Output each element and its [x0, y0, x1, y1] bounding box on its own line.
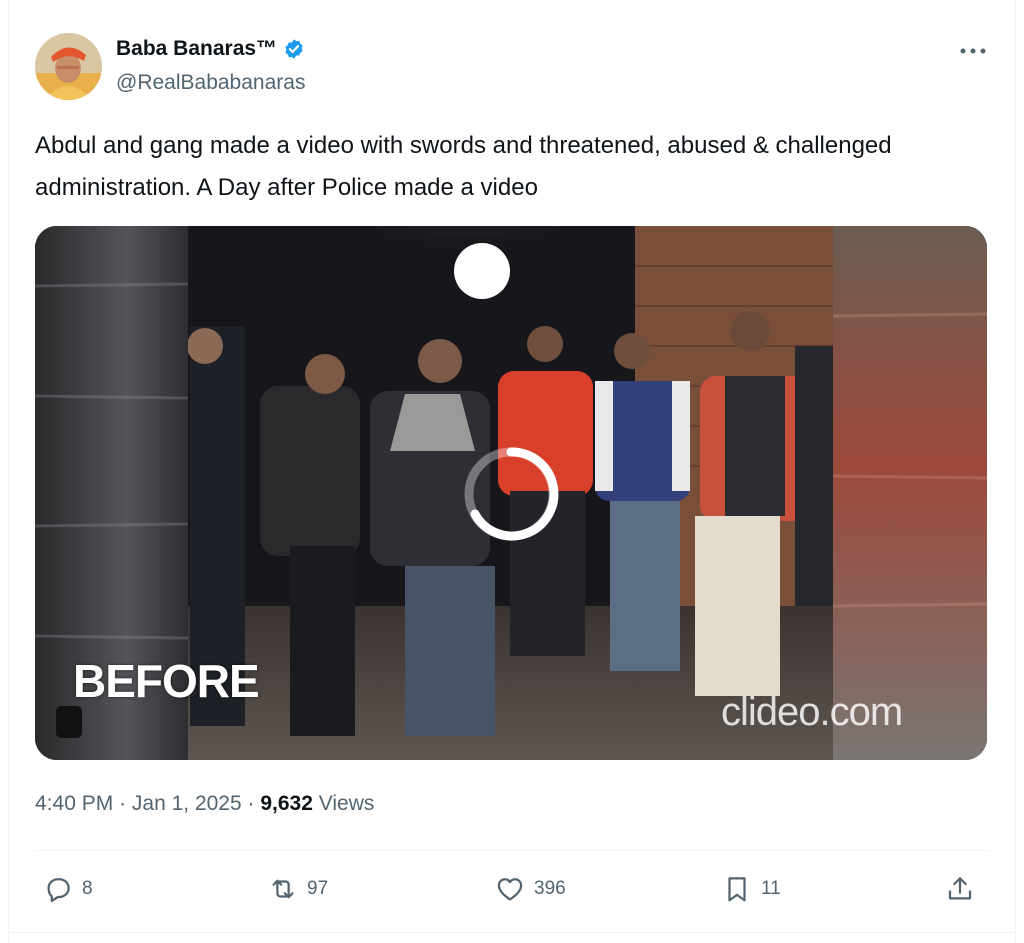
- reply-button[interactable]: 8: [43, 866, 93, 912]
- ellipsis-icon[interactable]: [958, 39, 988, 63]
- bookmark-count: 11: [761, 878, 781, 899]
- tweet-time[interactable]: 4:40 PM: [35, 792, 113, 815]
- tweet-meta: 4:40 PM · Jan 1, 2025 · 9,632 Views: [35, 792, 374, 816]
- heart-icon: [495, 874, 525, 904]
- video-watermark: clideo.com: [721, 690, 903, 734]
- like-count: 396: [534, 878, 566, 899]
- action-bar: 8 97 396 11: [35, 866, 988, 912]
- display-name[interactable]: Baba Banaras™: [116, 37, 277, 61]
- share-button[interactable]: [945, 866, 975, 912]
- loading-spinner-icon: [459, 442, 563, 546]
- bookmark-icon: [722, 874, 752, 904]
- video-player[interactable]: BEFORE clideo.com: [35, 226, 987, 760]
- views-count[interactable]: 9,632: [260, 792, 313, 815]
- reply-icon: [43, 874, 73, 904]
- tweet-text: Abdul and gang made a video with swords …: [35, 132, 892, 201]
- avatar[interactable]: [35, 33, 102, 100]
- timeline-border-right: [1015, 0, 1016, 943]
- bookmark-button[interactable]: 11: [722, 866, 781, 912]
- timeline-border-left: [8, 0, 9, 943]
- share-icon: [945, 874, 975, 904]
- meta-separator: ·: [247, 792, 255, 815]
- video-overlay-label: BEFORE: [73, 655, 260, 707]
- divider: [8, 932, 1016, 933]
- tweet-date[interactable]: Jan 1, 2025: [132, 792, 242, 815]
- user-handle[interactable]: @RealBababanaras: [116, 71, 305, 95]
- reply-count: 8: [82, 878, 93, 899]
- tweet-header: Baba Banaras™ @RealBababanaras: [35, 33, 988, 103]
- volume-icon[interactable]: [56, 706, 82, 738]
- divider: [35, 850, 988, 851]
- verified-badge-icon[interactable]: [283, 38, 305, 60]
- retweet-button[interactable]: 97: [268, 866, 328, 912]
- views-label[interactable]: Views: [319, 792, 375, 815]
- retweet-count: 97: [307, 878, 329, 899]
- like-button[interactable]: 396: [495, 866, 566, 912]
- meta-separator: ·: [119, 792, 127, 815]
- retweet-icon: [268, 874, 298, 904]
